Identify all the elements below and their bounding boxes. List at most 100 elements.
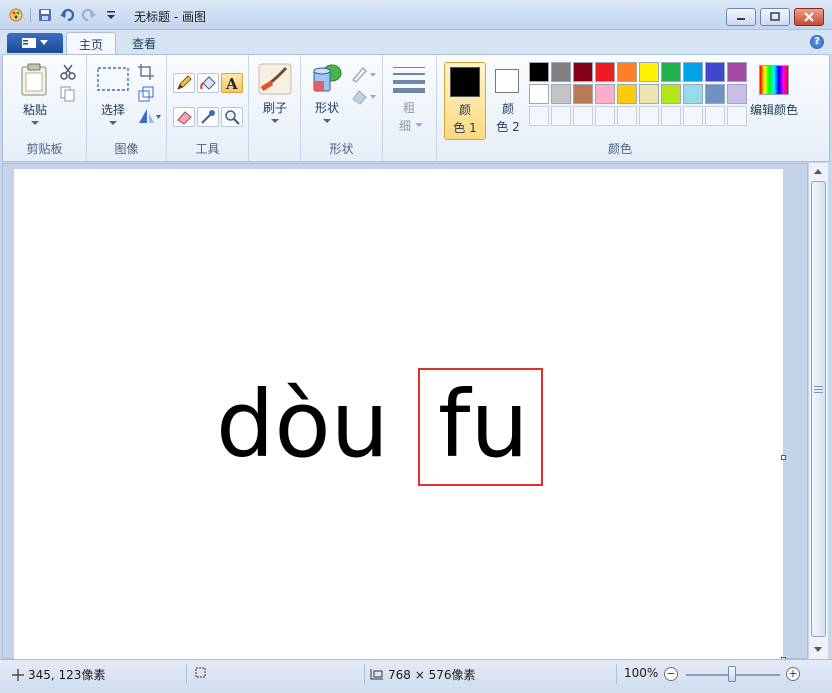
scroll-down-icon[interactable] (814, 647, 822, 652)
palette-swatch[interactable] (727, 84, 747, 104)
chevron-down-icon (415, 123, 423, 127)
vertical-scrollbar[interactable] (808, 163, 828, 659)
palette-empty-slot[interactable] (573, 106, 593, 126)
paint-app-icon[interactable] (8, 7, 24, 23)
rotate-icon[interactable] (137, 107, 161, 125)
status-bar: 345, 123像素 768 × 576像素 100% − + (0, 659, 832, 693)
clipboard-group-label: 剪贴板 (26, 142, 63, 156)
fill-tool[interactable] (197, 73, 219, 93)
window-controls (726, 8, 824, 26)
pencil-tool[interactable] (173, 73, 195, 93)
palette-swatch[interactable] (551, 62, 571, 82)
maximize-icon (770, 12, 780, 21)
palette-empty-slot[interactable] (705, 106, 725, 126)
brushes-button[interactable]: 刷子 (255, 61, 295, 133)
clipboard-icon (21, 63, 47, 96)
tab-home[interactable]: 主页 (66, 32, 117, 54)
scroll-up-icon[interactable] (814, 169, 822, 174)
resize-icon[interactable] (137, 85, 155, 103)
palette-empty-slot[interactable] (683, 106, 703, 126)
quick-access-toolbar (8, 7, 119, 23)
palette-empty-slot[interactable] (617, 106, 637, 126)
palette-swatch[interactable] (617, 84, 637, 104)
brush-icon (258, 63, 292, 95)
maximize-button[interactable] (760, 8, 790, 26)
minimize-button[interactable] (726, 8, 756, 26)
crop-icon[interactable] (137, 63, 155, 81)
selection-rectangle-icon (97, 67, 129, 91)
pinyin-dou: dòu (216, 371, 389, 478)
canvas-resize-handle-right[interactable] (781, 455, 786, 460)
magnifier-tool[interactable] (221, 107, 243, 127)
color-picker-tool[interactable] (197, 107, 219, 127)
scrollbar-thumb[interactable] (811, 181, 826, 637)
title-bar: 无标题 - 画图 (0, 0, 832, 30)
palette-swatch[interactable] (573, 62, 593, 82)
zoom-level: 100% (624, 666, 659, 680)
chevron-down-icon (271, 119, 279, 123)
color1-button[interactable]: 颜 色 1 (444, 62, 486, 140)
shapes-button[interactable]: 形状 (307, 61, 347, 133)
palette-swatch[interactable] (551, 84, 571, 104)
brushes-group: 刷子 (249, 55, 301, 161)
app-menu-icon (22, 38, 36, 48)
size-button[interactable]: 粗 细 (389, 61, 429, 133)
palette-swatch[interactable] (683, 62, 703, 82)
palette-swatch[interactable] (639, 62, 659, 82)
palette-empty-slot[interactable] (529, 106, 549, 126)
palette-swatch[interactable] (617, 62, 637, 82)
shapes-icon (313, 64, 342, 92)
palette-empty-slot[interactable] (727, 106, 747, 126)
zoom-slider-thumb[interactable] (728, 666, 736, 682)
undo-icon[interactable] (59, 7, 75, 23)
palette-swatch[interactable] (595, 84, 615, 104)
palette-empty-slot[interactable] (551, 106, 571, 126)
palette-swatch[interactable] (573, 84, 593, 104)
line-width-icon (393, 67, 425, 93)
chevron-down-icon (323, 119, 331, 123)
palette-swatch[interactable] (727, 62, 747, 82)
eyedropper-icon (201, 110, 215, 124)
shape-fill-icon[interactable] (351, 87, 377, 105)
highlight-box (418, 368, 543, 486)
redo-icon[interactable] (81, 7, 97, 23)
palette-swatch[interactable] (683, 84, 703, 104)
palette-swatch[interactable] (661, 62, 681, 82)
cut-icon[interactable] (59, 63, 77, 81)
application-menu-button[interactable] (7, 33, 63, 53)
help-icon[interactable]: ? (810, 35, 824, 49)
palette-swatch[interactable] (639, 84, 659, 104)
color2-button[interactable]: 颜 色 2 (490, 62, 526, 140)
palette-empty-slot[interactable] (661, 106, 681, 126)
palette-empty-slot[interactable] (639, 106, 659, 126)
customize-qat-icon[interactable] (103, 7, 119, 23)
canvas-size: 768 × 576像素 (370, 666, 476, 683)
paste-button[interactable]: 粘贴 (13, 61, 57, 133)
palette-empty-slot[interactable] (595, 106, 615, 126)
drawing-canvas[interactable]: dòu fu (14, 169, 783, 660)
copy-icon[interactable] (59, 85, 77, 103)
chevron-down-icon (40, 40, 48, 45)
zoom-out-icon[interactable]: − (664, 667, 678, 681)
palette-swatch[interactable] (529, 84, 549, 104)
cursor-position-text: 345, 123像素 (28, 668, 106, 682)
save-icon[interactable] (37, 7, 53, 23)
select-button[interactable]: 选择 (93, 61, 133, 133)
eraser-tool[interactable] (173, 107, 195, 127)
tools-group-label: 工具 (195, 142, 220, 156)
text-tool[interactable]: A (221, 73, 243, 93)
edit-colors-button[interactable]: 编辑颜色 (747, 63, 801, 135)
canvas-workspace: dòu fu (2, 163, 808, 662)
rainbow-color-icon (759, 65, 789, 95)
palette-swatch[interactable] (529, 62, 549, 82)
palette-swatch[interactable] (705, 84, 725, 104)
minimize-icon (737, 18, 745, 20)
color1-swatch (450, 67, 480, 97)
palette-swatch[interactable] (595, 62, 615, 82)
close-button[interactable] (794, 8, 824, 26)
outline-icon[interactable] (351, 65, 377, 83)
tab-view[interactable]: 查看 (120, 32, 168, 54)
palette-swatch[interactable] (661, 84, 681, 104)
zoom-in-icon[interactable]: + (786, 667, 800, 681)
palette-swatch[interactable] (705, 62, 725, 82)
